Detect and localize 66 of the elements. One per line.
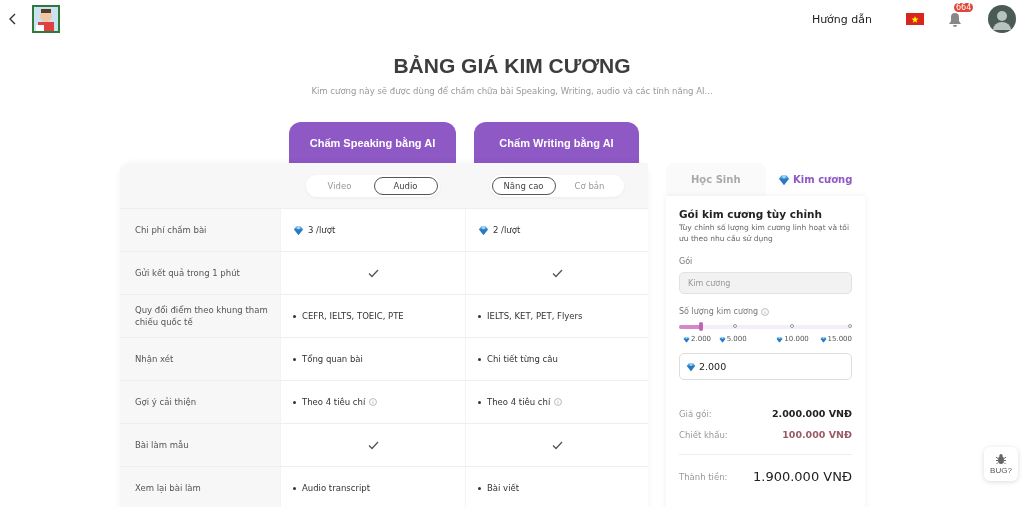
flag-icon[interactable] xyxy=(906,13,924,25)
bullet-icon xyxy=(293,400,296,404)
feature-value: Audio transcript xyxy=(302,483,370,493)
feature-label: Chi phí chấm bài xyxy=(134,223,208,237)
feature-value: Chi tiết từng câu xyxy=(487,354,558,364)
bullet-icon xyxy=(478,357,481,361)
feature-label: Bài làm mẫu xyxy=(134,438,190,452)
diamond-icon xyxy=(776,335,784,343)
guide-link[interactable]: Hướng dẫn xyxy=(811,12,872,26)
feature-value: Tổng quan bài xyxy=(302,354,363,364)
page-title: BẢNG GIÁ KIM CƯƠNG xyxy=(392,54,632,78)
field-label: Gói xyxy=(679,257,693,266)
mode-option[interactable]: Audio xyxy=(373,176,438,195)
plan-header: Chấm Speaking bằng AI xyxy=(289,122,456,163)
summary-value: 2.000.000 VNĐ xyxy=(771,408,852,419)
slider-thumb[interactable] xyxy=(699,322,704,331)
bullet-icon xyxy=(293,314,296,318)
notification-badge: 664 xyxy=(954,3,974,12)
bug-icon xyxy=(995,453,1007,465)
feature-value: Theo 4 tiêu chí xyxy=(302,397,366,407)
feature-label: Gợi ý cải thiện xyxy=(134,395,198,409)
summary-label: Chiết khấu: xyxy=(679,429,728,440)
diamond-icon xyxy=(686,361,696,372)
cost-text: 3 /lượt xyxy=(308,225,336,235)
total-label: Thành tiền: xyxy=(679,471,728,482)
bullet-icon xyxy=(478,486,481,490)
feature-value: Theo 4 tiêu chí xyxy=(487,397,551,407)
bullet-icon xyxy=(293,486,296,490)
field-label: Số lượng kim cương xyxy=(679,307,759,316)
check-icon xyxy=(551,440,563,450)
quantity-field[interactable]: 2.000 xyxy=(679,353,852,380)
tick-dot xyxy=(848,324,852,328)
check-icon xyxy=(367,268,379,278)
bullet-icon xyxy=(478,314,481,318)
diamond-icon xyxy=(478,224,489,236)
summary-value: 100.000 VNĐ xyxy=(782,429,852,440)
package-title: Gói kim cương tùy chỉnh xyxy=(679,208,824,220)
check-icon xyxy=(367,440,379,450)
feature-value: Bài viết xyxy=(487,483,520,493)
summary-label: Giá gói: xyxy=(679,408,712,419)
mode-option[interactable]: Nâng cao xyxy=(491,176,556,195)
diamond-icon xyxy=(718,335,726,343)
bell-icon[interactable] xyxy=(948,12,962,28)
diamond-icon xyxy=(778,173,791,186)
diamond-icon xyxy=(819,335,827,343)
cost-text: 2 /lượt xyxy=(493,225,521,235)
page-subtitle: Kim cương này sẽ được dùng để chấm chữa bài Speaking, Writing, audio và các tính năng AI... xyxy=(310,86,714,96)
diamond-icon xyxy=(683,335,690,343)
tick-dot xyxy=(732,324,737,328)
plan-header: Chấm Writing bằng AI xyxy=(474,122,639,163)
package-field[interactable]: Kim cương xyxy=(679,272,852,294)
bullet-icon xyxy=(293,357,296,361)
total-value: 1.900.000 VNĐ xyxy=(753,469,852,484)
feature-value: IELTS, KET, PET, Flyers xyxy=(487,311,583,321)
diamond-icon xyxy=(293,224,304,236)
bullet-icon xyxy=(478,400,481,404)
bug-report-button[interactable]: BUG? xyxy=(984,447,1018,481)
tick-dot xyxy=(790,324,795,328)
feature-label: Nhận xét xyxy=(134,352,175,366)
back-icon[interactable] xyxy=(8,13,18,25)
avatar-icon[interactable] xyxy=(988,5,1016,33)
check-icon xyxy=(551,268,563,278)
feature-label: Quy đổi điểm theo khung tham chiếu quốc tế xyxy=(134,303,269,329)
feature-label: Gửi kết quả trong 1 phút xyxy=(134,266,241,280)
feature-value: CEFR, IELTS, TOEIC, PTE xyxy=(302,311,404,321)
feature-label: Xem lại bài làm xyxy=(134,481,202,495)
